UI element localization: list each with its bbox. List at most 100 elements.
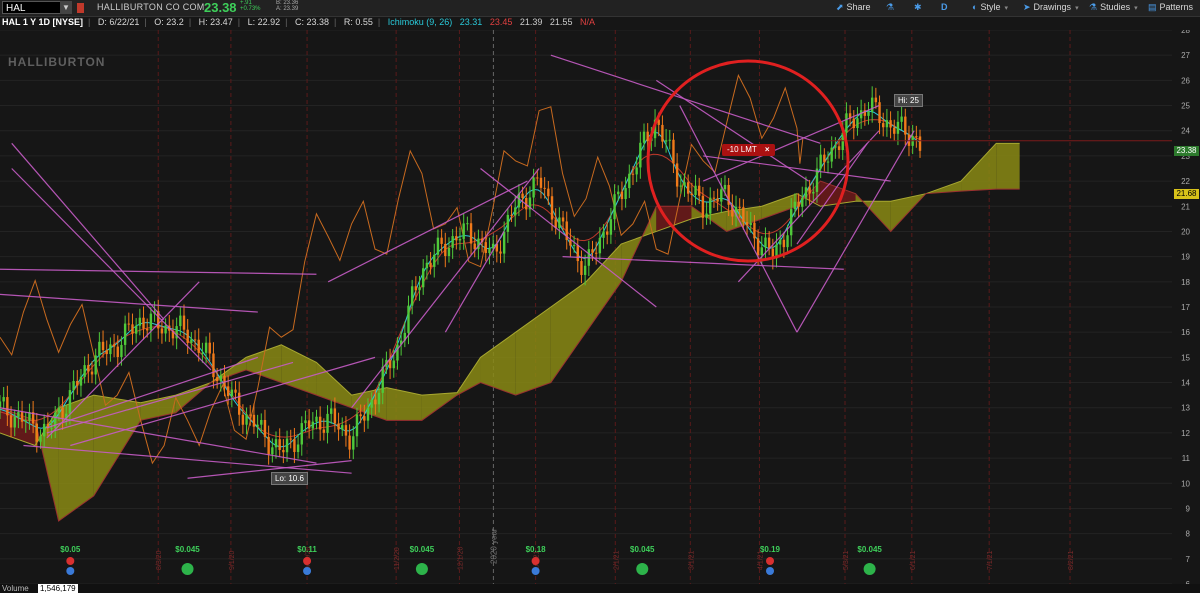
y-tick-label: 25 — [1181, 102, 1190, 111]
candle-body — [764, 237, 767, 248]
style-label: Style — [980, 2, 1001, 12]
symbol-input[interactable]: HAL — [2, 1, 68, 14]
candle-body — [705, 213, 708, 218]
top-toolbar: HAL ▼ HALLIBURTON CO COM 23.38 +.91 +0.7… — [0, 0, 1200, 17]
patterns-button[interactable]: ▤ Patterns — [1148, 2, 1193, 13]
candle-body — [804, 187, 808, 198]
high-readout: H: 23.47 — [198, 17, 233, 27]
candle-body — [686, 182, 690, 194]
period-button[interactable]: D — [941, 2, 948, 12]
price-chart[interactable]: 2020 year6789101112131415161718192021222… — [0, 30, 1200, 584]
ichimoku-cloud-segment — [246, 344, 282, 383]
earnings-icon — [66, 557, 75, 565]
ichimoku-cloud-segment — [961, 143, 997, 192]
study-name[interactable]: Ichimoku (9, 26) — [388, 17, 453, 27]
share-button[interactable]: ⬈ Share — [836, 2, 871, 13]
dividend-icon — [181, 563, 194, 575]
dividend-icon — [863, 563, 876, 575]
candle-body — [852, 118, 855, 129]
candle-body — [569, 239, 572, 246]
volume-value: 1,546,179 — [38, 584, 78, 593]
candle-body — [146, 328, 149, 331]
candle-body — [826, 161, 830, 163]
candle-body — [749, 222, 752, 226]
candle-body — [893, 127, 896, 134]
candle-body — [201, 352, 204, 354]
chevron-down-icon: ▾ — [1134, 5, 1138, 12]
candle-body — [896, 121, 900, 134]
candle-body — [116, 346, 119, 357]
candle-body — [363, 416, 366, 421]
candle-body — [580, 261, 583, 275]
candle-body — [786, 235, 789, 248]
cursor-icon: ➤ — [1023, 2, 1031, 12]
dividend-label: $0.11 — [297, 545, 317, 554]
candle-body — [190, 339, 193, 343]
candle-body — [17, 411, 20, 417]
alert-flag-icon[interactable] — [77, 3, 84, 13]
close-readout: C: 23.38 — [294, 17, 329, 27]
gear-icon[interactable]: ✱ — [914, 2, 925, 13]
candle-body — [572, 245, 576, 247]
study-value-3: 21.39 — [519, 17, 543, 27]
candle-body — [488, 248, 491, 254]
candle-body — [414, 286, 418, 291]
high-label: Hi: 25 — [894, 94, 923, 107]
candle-body — [646, 131, 649, 142]
candle-body — [410, 286, 414, 306]
studies-label: Studies — [1100, 2, 1131, 12]
candle-body — [72, 381, 75, 391]
candle-body — [701, 195, 705, 218]
candle-body — [499, 251, 502, 254]
candle-body — [35, 423, 39, 442]
flask-icon[interactable]: ⚗ — [886, 2, 897, 13]
candle-body — [101, 341, 105, 351]
candle-body — [458, 238, 462, 241]
candle-body — [252, 414, 256, 427]
limit-order-tag[interactable]: -10 LMT × — [722, 144, 775, 156]
chevron-down-icon: ▾ — [1004, 5, 1008, 12]
candle-body — [547, 188, 550, 197]
cloud-price-tag: 21.68 — [1174, 189, 1199, 199]
x-tick-label: 2/1/21 — [613, 550, 620, 570]
info-icon — [303, 567, 312, 575]
studies-button[interactable]: ⚗ Studies ▾ — [1089, 2, 1138, 13]
candle-body — [819, 154, 822, 169]
x-tick-label: 9/1/20 — [229, 550, 236, 570]
candle-body — [249, 414, 252, 416]
candle-body — [856, 118, 859, 129]
symbol-dropdown-icon[interactable]: ▼ — [60, 1, 72, 14]
price-change: +.91 +0.73% — [240, 0, 261, 12]
study-value-2: 23.45 — [489, 17, 513, 27]
info-icon — [66, 567, 75, 575]
date-readout: D: 6/22/21 — [97, 17, 140, 27]
candle-body — [484, 242, 487, 254]
candle-body — [918, 136, 922, 151]
candle-body — [664, 140, 668, 142]
info-icon — [766, 567, 775, 575]
tenkan-sen-line — [0, 110, 921, 448]
study-value-4: 21.55 — [549, 17, 573, 27]
candle-body — [624, 188, 627, 200]
candle-body — [241, 414, 245, 425]
y-tick-label: 13 — [1181, 404, 1190, 413]
candle-body — [694, 185, 697, 195]
dividend-label: $0.045 — [857, 545, 882, 554]
candle-body — [370, 399, 373, 408]
candle-body — [234, 389, 237, 393]
candle-body — [679, 185, 683, 187]
patterns-label: Patterns — [1159, 2, 1194, 12]
candle-body — [98, 341, 101, 356]
chevron-down-icon: ▾ — [1075, 5, 1079, 12]
close-icon[interactable]: × — [765, 145, 770, 154]
candle-body — [219, 375, 223, 382]
candle-body — [915, 136, 918, 138]
style-button[interactable]: ◐ Style ▾ — [972, 2, 1008, 12]
candle-body — [514, 207, 517, 216]
candle-body — [256, 424, 259, 427]
candle-body — [451, 236, 454, 248]
candle-body — [447, 247, 451, 257]
candle-body — [455, 236, 458, 241]
drawings-button[interactable]: ➤ Drawings ▾ — [1023, 2, 1079, 13]
y-tick-label: 9 — [1186, 504, 1191, 513]
